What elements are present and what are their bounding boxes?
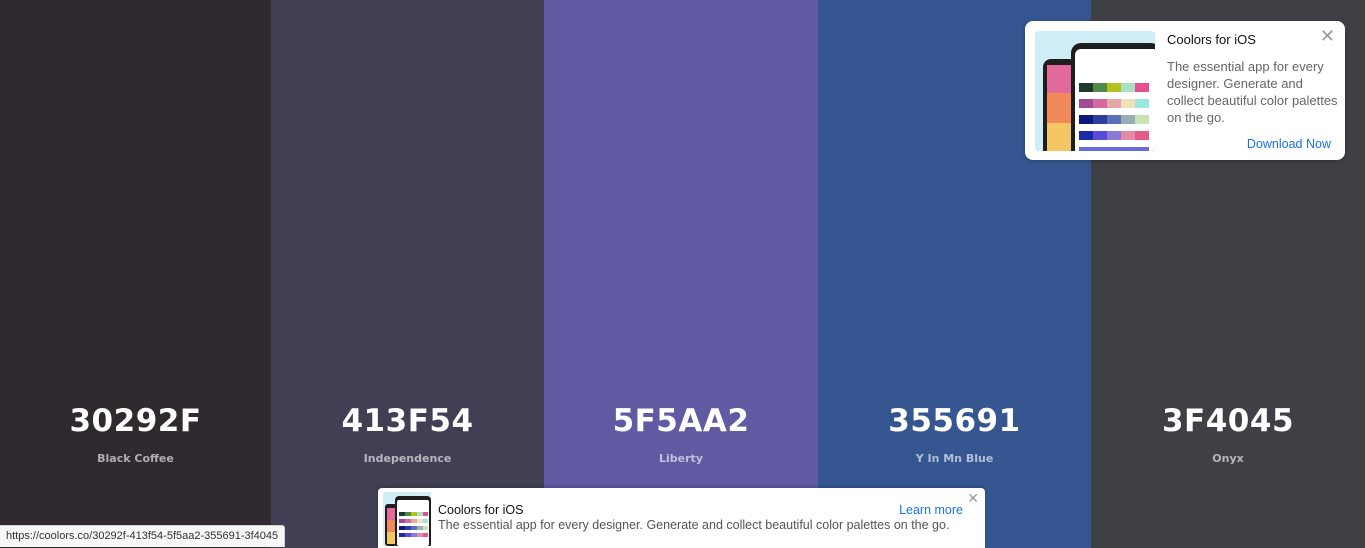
download-now-link[interactable]: Download Now — [1247, 137, 1331, 151]
color-swatch-black-coffee[interactable]: 30292F Black Coffee — [0, 0, 271, 548]
ad-title: Coolors for iOS — [438, 503, 524, 517]
app-screenshot-image — [1035, 31, 1155, 151]
hex-code[interactable]: 30292F — [0, 403, 271, 439]
color-name[interactable]: Independence — [271, 452, 544, 465]
hex-code[interactable]: 355691 — [818, 403, 1091, 439]
ad-title: Coolors for iOS — [1167, 32, 1256, 47]
status-bar-url: https://coolors.co/30292f-413f54-5f5aa2-… — [0, 525, 286, 547]
hex-code[interactable]: 413F54 — [271, 403, 544, 439]
color-name[interactable]: Y In Mn Blue — [818, 452, 1091, 465]
color-swatch-independence[interactable]: 413F54 Independence — [271, 0, 544, 548]
ios-app-ad-card[interactable]: Coolors for iOS The essential app for ev… — [1025, 21, 1345, 160]
color-name[interactable]: Liberty — [544, 452, 818, 465]
app-screenshot-image — [383, 492, 431, 546]
close-icon[interactable]: ✕ — [967, 490, 979, 507]
color-swatch-liberty[interactable]: 5F5AA2 Liberty — [544, 0, 818, 548]
close-icon[interactable]: ✕ — [1320, 26, 1335, 47]
ios-app-ad-banner[interactable]: Coolors for iOS The essential app for ev… — [378, 488, 985, 548]
ad-description: The essential app for every designer. Ge… — [438, 518, 950, 532]
ad-description: The essential app for every designer. Ge… — [1167, 59, 1338, 125]
hex-code[interactable]: 5F5AA2 — [544, 403, 818, 439]
hex-code[interactable]: 3F4045 — [1091, 403, 1365, 439]
color-name[interactable]: Black Coffee — [0, 452, 271, 465]
learn-more-link[interactable]: Learn more — [899, 503, 963, 517]
color-name[interactable]: Onyx — [1091, 452, 1365, 465]
